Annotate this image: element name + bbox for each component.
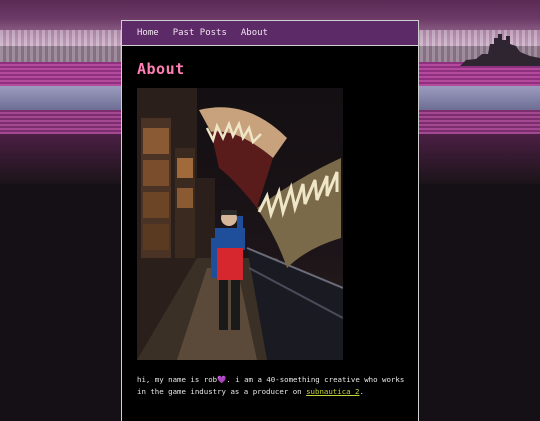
nav-link-home[interactable]: Home (137, 28, 159, 38)
main-column: Home Past Posts About About hi, my name … (122, 21, 418, 421)
about-photo (137, 88, 343, 360)
subnautica-link[interactable]: subnautica 2 (306, 387, 359, 396)
nav-link-about[interactable]: About (241, 28, 268, 38)
intro-text-end: . (359, 387, 364, 396)
intro-paragraph: hi, my name is rob💜. i am a 40-something… (137, 374, 407, 398)
page-title: About (137, 60, 185, 78)
about-photo-illustration (137, 88, 343, 360)
top-nav: Home Past Posts About (122, 21, 418, 46)
intro-text-start: hi, my name is rob (137, 375, 218, 384)
castle-silhouette (460, 34, 540, 66)
nav-link-past-posts[interactable]: Past Posts (173, 28, 227, 38)
heart-icon: 💜 (217, 375, 227, 384)
page-content: About hi, my name is rob💜. i am a 40-som… (122, 60, 418, 398)
